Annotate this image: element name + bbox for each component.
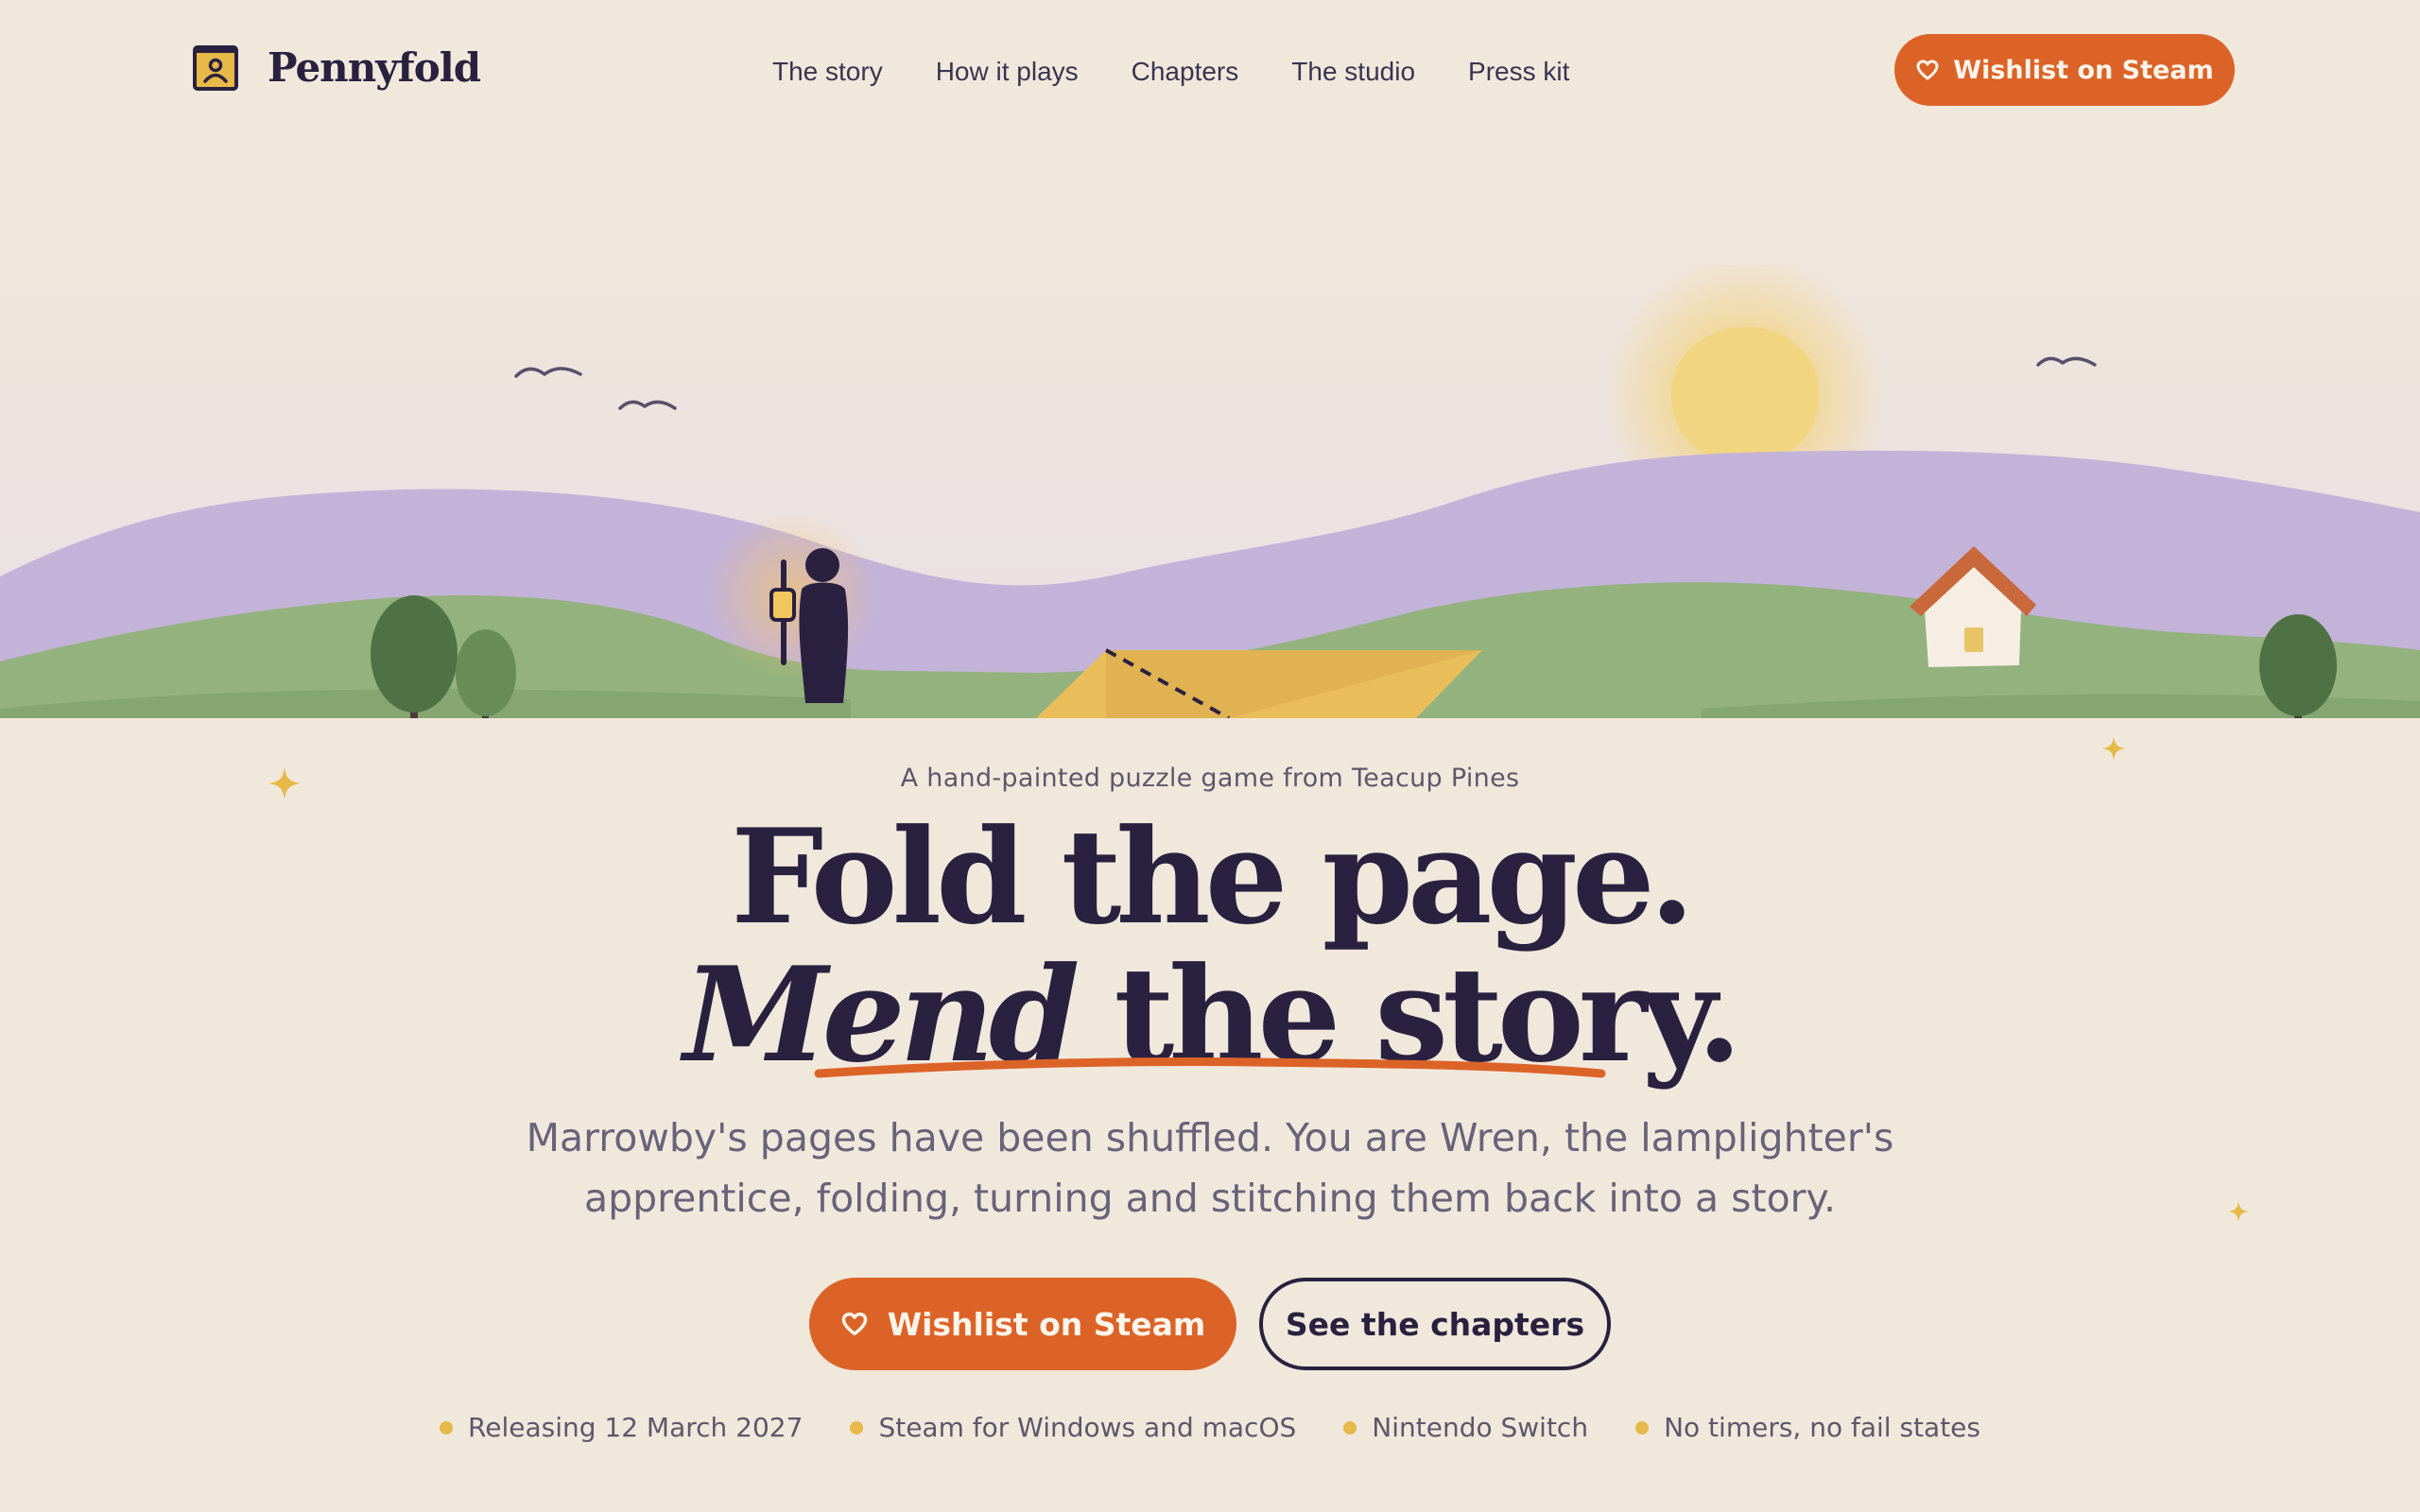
wren-head [805,548,839,582]
fact-text: Nintendo Switch [1372,1412,1589,1443]
hero-description-line-2: apprentice, folding, turning and stitchi… [584,1176,1836,1221]
sparkle-icon [2101,736,2126,761]
cottage-window [1964,627,1983,652]
folded-paper [1036,648,1482,718]
fact-text: No timers, no fail states [1664,1412,1980,1443]
tree-crown [371,595,458,713]
wishlist-button[interactable]: Wishlist on Steam [809,1278,1236,1370]
wishlist-button-label: Wishlist on Steam [887,1305,1206,1343]
hero-headline: Fold the page. Mend the story. [0,808,2420,1084]
lantern [769,588,796,622]
nav-link-studio[interactable]: The studio [1291,53,1415,91]
headline-line-1: Fold the page. [731,799,1695,954]
hero-cta-row: Wishlist on Steam See the chapters [809,1278,1611,1370]
main-nav: The story How it plays Chapters The stud… [772,53,1569,91]
see-chapters-label: See the chapters [1285,1305,1585,1343]
heart-icon [841,1312,867,1336]
fact-text: Steam for Windows and macOS [878,1412,1297,1443]
nav-link-story[interactable]: The story [772,53,883,91]
fact-text: Releasing 12 March 2027 [468,1412,804,1443]
header-wishlist-button[interactable]: Wishlist on Steam [1894,34,2235,106]
site-header: Pennyfold The story How it plays Chapter… [0,0,2420,142]
bullet-dot-icon [440,1420,454,1435]
bullet-dot-icon [1343,1420,1357,1435]
nav-link-press-kit[interactable]: Press kit [1468,53,1569,91]
heart-icon [1916,60,1939,80]
sun [1670,326,1820,464]
fact-item: Nintendo Switch [1343,1412,1588,1443]
release-facts: Releasing 12 March 2027 Steam for Window… [0,1412,2420,1443]
see-chapters-button[interactable]: See the chapters [1259,1278,1611,1370]
brand-logo-link[interactable]: Pennyfold [192,43,481,93]
headline-underline [814,1057,1606,1078]
nav-link-how-it-plays[interactable]: How it plays [936,53,1079,91]
hero-description: Marrowby's pages have been shuffled. You… [0,1108,2420,1228]
tree-crown [456,629,516,716]
hero-description-line-1: Marrowby's pages have been shuffled. You… [526,1115,1894,1160]
hero-illustration [0,265,2420,718]
framed-figure-icon [193,45,238,91]
fact-item: Steam for Windows and macOS [850,1412,1296,1443]
hero-tagline: A hand-painted puzzle game from Teacup P… [900,764,1520,793]
brand-name: Pennyfold [268,44,481,91]
bullet-dot-icon [1635,1420,1650,1435]
header-wishlist-label: Wishlist on Steam [1953,55,2214,85]
bullet-dot-icon [850,1420,864,1435]
fact-item: Releasing 12 March 2027 [440,1412,803,1443]
wren-body [799,582,849,703]
tree-crown [2259,614,2337,716]
nav-link-chapters[interactable]: Chapters [1132,53,1239,91]
fact-item: No timers, no fail states [1635,1412,1980,1443]
